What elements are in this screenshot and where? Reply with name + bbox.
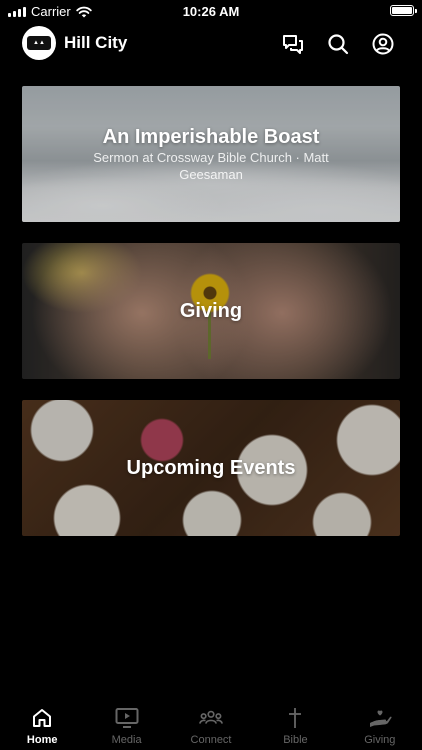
profile-icon[interactable] (371, 32, 395, 56)
events-card[interactable]: Upcoming Events (22, 400, 400, 536)
tab-connect-label: Connect (190, 734, 232, 746)
events-card-text: Upcoming Events (22, 400, 400, 536)
home-icon (30, 706, 54, 730)
cross-icon (283, 706, 307, 730)
media-icon (115, 706, 139, 730)
search-icon[interactable] (326, 32, 350, 56)
church-logo[interactable]: ▲▲ (22, 26, 56, 60)
status-bar: Carrier 10:26 AM (0, 0, 422, 22)
status-time: 10:26 AM (182, 4, 240, 19)
tab-bar: Home Media Connect Bible Giving (0, 700, 422, 750)
events-card-title: Upcoming Events (126, 456, 296, 479)
giving-card-title: Giving (179, 299, 243, 322)
battery-icon (390, 5, 417, 16)
giving-card-text: Giving (22, 243, 400, 379)
battery-fill (392, 7, 412, 14)
chat-icon[interactable] (281, 32, 305, 56)
tab-home[interactable]: Home (0, 700, 84, 750)
giving-card[interactable]: Giving (22, 243, 400, 379)
people-icon (199, 706, 223, 730)
app-title: Hill City (64, 33, 128, 52)
sermon-card[interactable]: An Imperishable Boast Sermon at Crossway… (22, 86, 400, 222)
tab-giving[interactable]: Giving (338, 700, 422, 750)
sermon-card-text: An Imperishable Boast Sermon at Crossway… (22, 86, 400, 222)
tab-bible[interactable]: Bible (253, 700, 337, 750)
tab-connect[interactable]: Connect (169, 700, 253, 750)
giving-hand-icon (368, 706, 392, 730)
tab-giving-label: Giving (364, 734, 396, 746)
tab-media[interactable]: Media (84, 700, 168, 750)
tab-home-label: Home (26, 734, 58, 746)
tab-bible-label: Bible (283, 734, 308, 746)
logo-mark: ▲▲ (27, 36, 51, 50)
sermon-card-title: An Imperishable Boast (102, 125, 320, 148)
app-header: ▲▲ Hill City (0, 26, 422, 62)
tab-media-label: Media (111, 734, 142, 746)
sermon-card-subtitle: Sermon at Crossway Bible Church · Matt G… (93, 149, 329, 182)
